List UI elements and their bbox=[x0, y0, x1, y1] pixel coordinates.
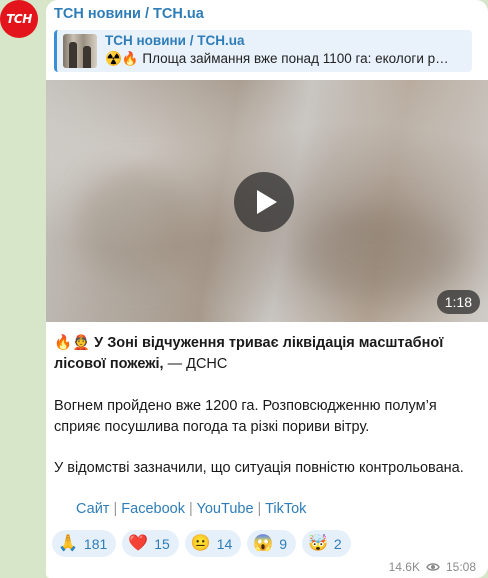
post-headline: У Зоні відчуження триває ліквідація масш… bbox=[54, 335, 444, 372]
channel-avatar[interactable]: ТСН bbox=[0, 0, 38, 38]
social-links: Сайт | Facebook | YouTube | TikTok bbox=[76, 501, 307, 517]
video-player[interactable]: 1:18 bbox=[46, 80, 488, 322]
reactions-bar: 🙏 181 ❤️ 15 😐 14 😱 9 🤯 2 bbox=[52, 530, 351, 557]
eye-icon bbox=[426, 562, 440, 572]
reply-thumbnail bbox=[63, 34, 97, 68]
reaction-mind-blown[interactable]: 🤯 2 bbox=[302, 530, 351, 557]
reaction-pray[interactable]: 🙏 181 bbox=[52, 530, 117, 557]
play-icon bbox=[256, 190, 277, 214]
link-youtube[interactable]: YouTube bbox=[197, 501, 254, 517]
reaction-count: 2 bbox=[333, 535, 342, 552]
reply-title: ТСН новини / TCH.ua bbox=[105, 33, 245, 48]
link-facebook[interactable]: Facebook bbox=[121, 501, 185, 517]
view-count: 14.6K bbox=[388, 560, 420, 574]
post-emoji: 🔥👲 bbox=[54, 335, 91, 351]
message-time: 15:08 bbox=[445, 560, 476, 574]
scream-face-icon: 😱 bbox=[253, 534, 274, 552]
post-source: — ДСНС bbox=[163, 356, 228, 372]
neutral-face-icon: 😐 bbox=[190, 534, 211, 552]
message-bubble: ТСН новини / TCH.ua ТСН новини / TCH.ua … bbox=[46, 0, 488, 578]
link-tiktok[interactable]: TikTok bbox=[265, 501, 306, 517]
pray-icon: 🙏 bbox=[58, 534, 78, 552]
reaction-count: 14 bbox=[216, 535, 233, 552]
reaction-scream[interactable]: 😱 9 bbox=[247, 530, 296, 557]
reaction-heart[interactable]: ❤️ 15 bbox=[122, 530, 179, 557]
reply-text: ☢️🔥 Площа займання вже понад 1100 га: ек… bbox=[105, 51, 449, 66]
reaction-count: 181 bbox=[83, 535, 108, 552]
avatar-text: ТСН bbox=[6, 12, 32, 26]
reaction-count: 9 bbox=[279, 535, 287, 552]
post-headline-paragraph: 🔥👲 У Зоні відчуження триває ліквідація м… bbox=[54, 333, 480, 375]
heart-icon: ❤️ bbox=[128, 534, 149, 552]
post-paragraph-2: Вогнем пройдено вже 1200 га. Розповсюдже… bbox=[54, 398, 437, 435]
video-duration: 1:18 bbox=[436, 290, 480, 314]
post-paragraph-3: У відомстві зазначили, що ситуація повні… bbox=[54, 460, 464, 476]
mind-blown-icon: 🤯 bbox=[308, 534, 328, 552]
channel-name[interactable]: ТСН новини / TCH.ua bbox=[54, 6, 204, 22]
link-site[interactable]: Сайт bbox=[76, 501, 109, 517]
reaction-count: 15 bbox=[154, 535, 170, 552]
message-meta: 14.6K 15:08 bbox=[389, 560, 476, 574]
reaction-neutral[interactable]: 😐 14 bbox=[184, 530, 242, 557]
reply-preview[interactable]: ТСН новини / TCH.ua ☢️🔥 Площа займання в… bbox=[54, 30, 472, 72]
play-button[interactable] bbox=[234, 172, 294, 232]
